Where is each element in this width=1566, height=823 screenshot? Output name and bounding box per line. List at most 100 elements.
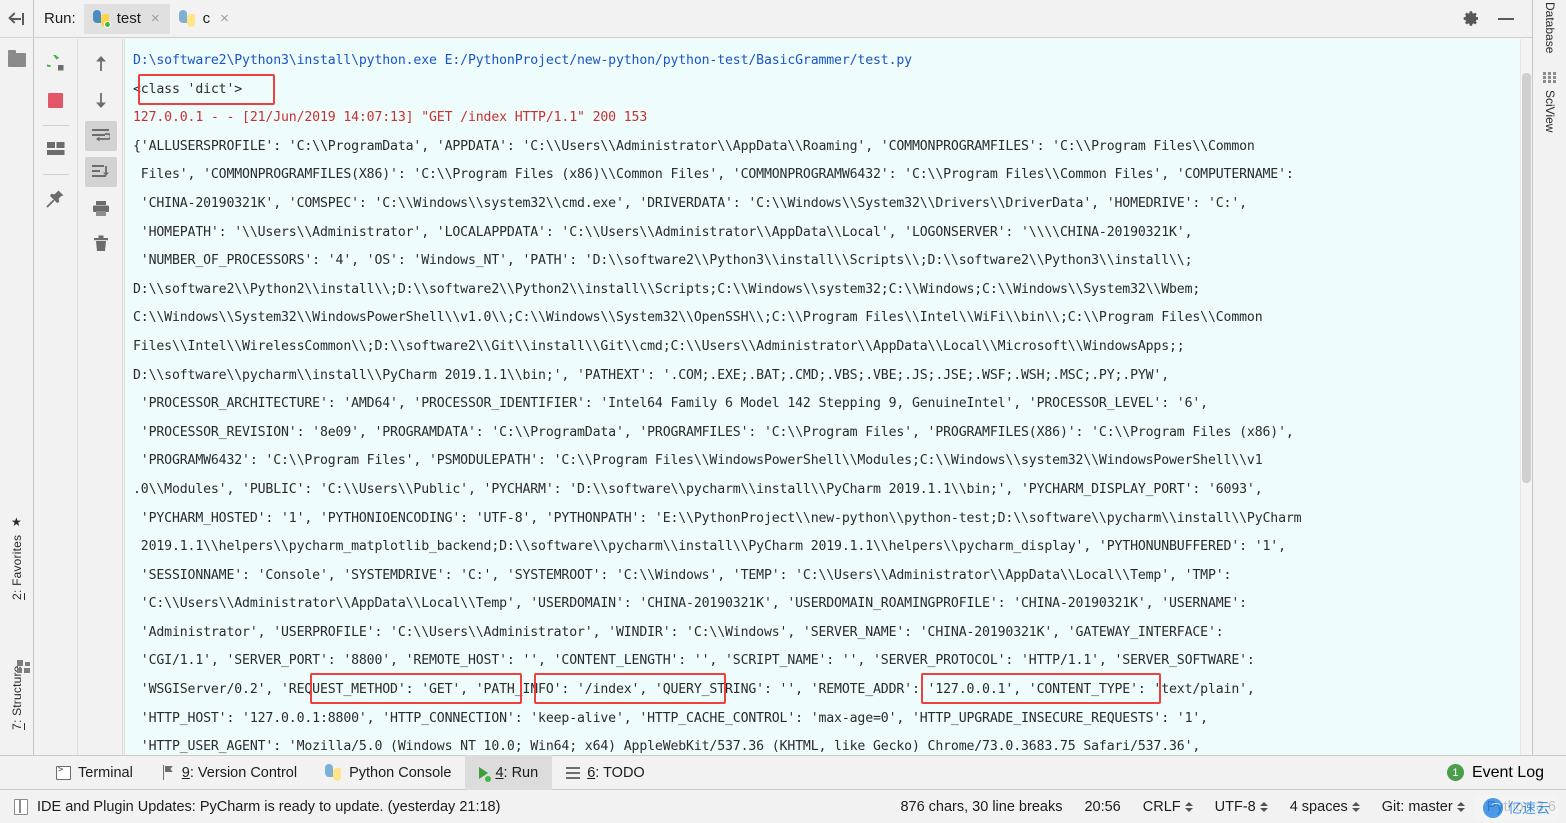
version-control-label: : Version Control [189,764,298,781]
console-class-line: <class 'dict'> [133,81,243,97]
status-caret-position[interactable]: 20:56 [1084,799,1120,815]
console-env-line: Files', 'COMMONPROGRAMFILES(X86)': 'C:\\… [133,167,1294,183]
up-stack-button[interactable] [85,49,117,79]
tool-window-python-console[interactable]: Python Console [311,755,465,790]
rerun-button[interactable] [40,49,72,79]
sidebar-item-sciview[interactable]: SciView [1533,66,1566,186]
console-env-line: Files\\Intel\\WirelessCommon\\;D:\\softw… [133,338,1185,354]
soft-wrap-button[interactable] [84,121,117,151]
console-env-line: 'PROCESSOR_ARCHITECTURE': 'AMD64', 'PROC… [133,396,1208,412]
scroll-to-end-icon [91,165,109,177]
status-encoding[interactable]: UTF-8 [1215,799,1268,815]
layout-icon [46,142,64,155]
console-env-line: 'HTTP_USER_AGENT': 'Mozilla/5.0 (Windows… [133,739,1201,755]
chevron-updown-icon [1351,801,1360,812]
terminal-label: Terminal [78,764,133,781]
run-console-output[interactable]: D:\software2\Python3\install\python.exe … [124,39,1532,755]
sidebar-item-favorites[interactable]: 2: Favorites ★ [0,486,34,606]
arrow-down-icon [95,93,106,108]
status-message: IDE and Plugin Updates: PyCharm is ready… [37,798,501,815]
python-icon [325,764,342,781]
python-console-label: Python Console [349,764,452,781]
console-env-line: .0\\Modules', 'PUBLIC': 'C:\\Users\\Publ… [133,481,1263,497]
down-stack-button[interactable] [85,85,117,115]
clear-all-button[interactable] [85,229,117,259]
run-tab-c-label: c [202,10,211,27]
notification-icon [14,798,28,815]
hide-sidebar-icon [9,11,25,27]
minimize-icon[interactable] [1498,17,1514,20]
scroll-to-end-button[interactable] [84,157,117,187]
left-tool-stripe: 2: Favorites ★ 7: Structure [0,0,34,755]
layout-button[interactable] [40,134,72,164]
watermark: ͡͡ 亿速云 [1475,795,1558,821]
encoding-value: UTF-8 [1214,798,1256,815]
version-control-shortcut: 9 [181,764,190,781]
print-button[interactable] [85,193,117,223]
star-icon: ★ [11,514,23,529]
console-request-log: 127.0.0.1 - - [21/Jun/2019 14:07:13] "GE… [133,110,648,126]
favorites-label: : Favorites [10,534,24,594]
console-text: D:\software2\Python3\install\python.exe … [125,39,1532,755]
status-message-group[interactable]: IDE and Plugin Updates: PyCharm is ready… [14,798,501,815]
todo-list-icon [566,766,581,779]
console-env-line: 'C:\\Users\\Administrator\\AppData\\Loca… [133,596,1247,612]
chevron-updown-icon [1259,801,1268,812]
toolbar-divider [42,174,69,175]
run-tab-test[interactable]: test × [83,3,170,34]
console-scrollbar-thumb[interactable] [1522,73,1531,483]
trash-icon [93,235,108,251]
run-toolbar-primary [34,39,78,755]
close-icon[interactable]: × [151,11,160,26]
toolbar-divider [42,125,69,126]
console-env-line: {'ALLUSERSPROFILE': 'C:\\ProgramData', '… [133,138,1255,154]
console-env-line: 'Administrator', 'USERPROFILE': 'C:\\Use… [133,624,1224,640]
rerun-green-arrow-icon [46,55,63,71]
stop-button[interactable] [40,85,72,115]
database-label: Database [1543,2,1557,54]
run-tab-test-label: test [116,10,141,27]
status-git-branch[interactable]: Git: master [1382,799,1465,815]
pin-tab-button[interactable] [40,183,72,213]
chevron-updown-icon [1184,801,1193,812]
console-env-line: D:\\software2\\Python2\\install\\;D:\\so… [133,281,1201,297]
project-folder-icon [8,50,26,67]
arrow-up-icon [95,56,106,71]
sidebar-item-structure[interactable]: 7: Structure [0,616,34,736]
tool-window-version-control[interactable]: 9: Version Control [147,755,311,790]
watermark-logo: ͡͡ [1483,798,1503,818]
run-tab-c[interactable]: c × [170,4,239,34]
run-tool-window: Run: test × c × D:\software2\Python3\ins… [34,0,1532,755]
pin-icon [46,190,64,207]
console-env-line: 'SESSIONNAME': 'Console', 'SYSTEMDRIVE':… [133,567,1232,583]
indent-value: 4 spaces [1289,798,1348,815]
close-icon[interactable]: × [220,11,229,26]
run-header-actions [1463,10,1532,27]
status-indent[interactable]: 4 spaces [1290,799,1360,815]
sidebar-item-database[interactable]: Database [1533,0,1566,74]
console-scrollbar[interactable] [1520,39,1532,755]
event-log-badge: 1 [1446,764,1464,781]
favorites-shortcut-number: 2 [10,593,24,600]
tool-window-bar: Terminal 9: Version Control Python Conso… [0,755,1566,790]
line-separator-value: CRLF [1142,798,1181,815]
watermark-text: 亿速云 [1508,800,1550,816]
event-log-button[interactable]: 1 Event Log [1446,764,1566,782]
gear-icon[interactable] [1463,10,1480,27]
run-label: : Run [503,764,539,781]
status-line-separator[interactable]: CRLF [1143,799,1193,815]
console-env-line: 'HOMEPATH': '\\Users\\Administrator', 'L… [133,224,1193,240]
console-env-line: 'HTTP_HOST': '127.0.0.1:8800', 'HTTP_CON… [133,710,1208,726]
console-env-line: 'CGI/1.1', 'SERVER_PORT': '8800', 'REMOT… [133,653,1255,669]
tool-window-todo[interactable]: 6: TODO [552,755,659,790]
printer-icon [92,200,109,216]
console-env-line: 'NUMBER_OF_PROCESSORS': '4', 'OS': 'Wind… [133,253,1193,269]
tool-window-terminal[interactable]: Terminal [42,755,147,790]
hide-sidebar-button[interactable] [0,0,34,38]
structure-shortcut-number: 7 [10,723,24,730]
console-command-line: D:\software2\Python3\install\python.exe … [133,53,912,68]
project-folder-button[interactable] [0,40,34,80]
tool-window-run[interactable]: 4: Run [465,755,553,790]
console-env-line: 'PROGRAMW6432': 'C:\\Program Files', 'PS… [133,453,1263,469]
todo-label: : TODO [595,764,645,781]
